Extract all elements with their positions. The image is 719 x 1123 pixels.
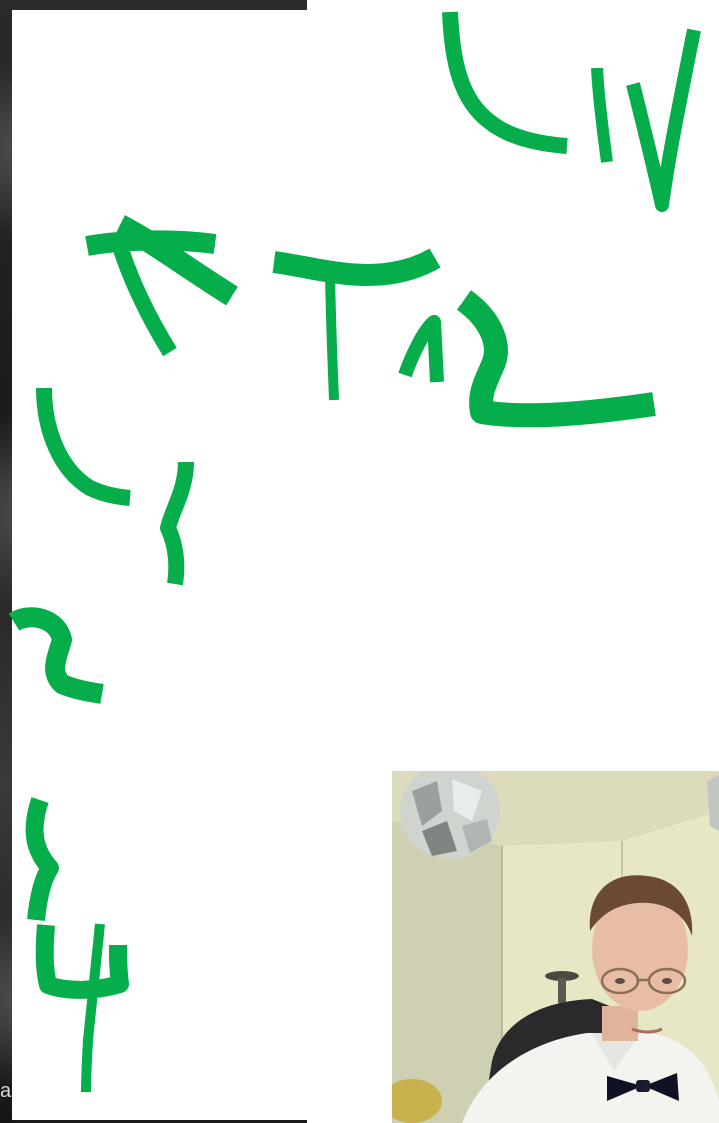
- webcam-image: [392, 771, 719, 1123]
- webcam-self-view: [392, 771, 719, 1123]
- whiteboard-top-strip: [307, 0, 719, 10]
